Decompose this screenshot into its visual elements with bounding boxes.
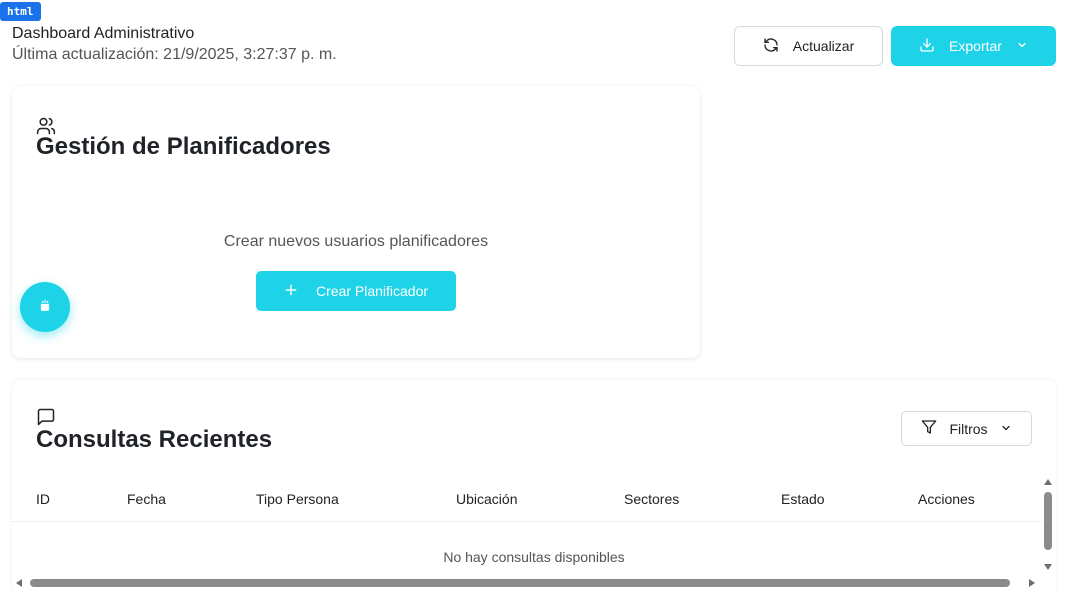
chevron-down-icon	[1000, 421, 1012, 437]
create-planner-label: Crear Planificador	[315, 283, 429, 299]
empty-state-message: No hay consultas disponibles	[443, 549, 625, 565]
scroll-right-arrow[interactable]	[1029, 579, 1035, 587]
export-label: Exportar	[949, 38, 1002, 54]
consultations-title: Consultas Recientes	[36, 426, 273, 453]
column-header-location[interactable]: Ubicación	[456, 491, 517, 507]
create-planner-button[interactable]: Crear Planificador	[256, 271, 456, 311]
export-button[interactable]: Exportar	[891, 26, 1056, 66]
planners-description: Crear nuevos usuarios planificadores	[223, 233, 489, 250]
column-header-person-type[interactable]: Tipo Persona	[256, 491, 339, 507]
page-title: Dashboard Administrativo	[12, 25, 195, 42]
filter-icon	[921, 419, 937, 438]
page: html Dashboard Administrativo Última act…	[0, 0, 1068, 591]
assistant-fab[interactable]	[20, 282, 70, 332]
filters-label: Filtros	[949, 420, 988, 437]
html-badge: html	[0, 2, 41, 21]
refresh-label: Actualizar	[792, 38, 855, 54]
horizontal-scroll-thumb[interactable]	[30, 579, 1010, 587]
column-header-date[interactable]: Fecha	[127, 491, 166, 507]
scroll-left-arrow[interactable]	[16, 579, 22, 587]
column-header-status[interactable]: Estado	[781, 491, 825, 507]
chevron-down-icon	[1016, 38, 1028, 54]
planners-card: Gestión de Planificadores Crear nuevos u…	[12, 86, 700, 358]
planners-title: Gestión de Planificadores	[36, 133, 331, 160]
column-header-actions[interactable]: Acciones	[918, 491, 975, 507]
column-header-sectors[interactable]: Sectores	[624, 491, 679, 507]
consultations-card: Consultas Recientes Filtros ID Fecha Tip…	[12, 380, 1056, 591]
download-icon	[919, 37, 935, 56]
last-update-text: Última actualización: 21/9/2025, 3:27:37…	[12, 46, 337, 63]
vertical-scrollbar[interactable]	[1041, 476, 1055, 576]
vertical-scroll-thumb[interactable]	[1044, 492, 1052, 550]
horizontal-scrollbar[interactable]	[12, 576, 1042, 590]
refresh-icon	[763, 37, 779, 56]
column-header-id[interactable]: ID	[36, 491, 50, 507]
table-header: ID Fecha Tipo Persona Ubicación Sectores…	[12, 480, 1042, 522]
plus-icon	[284, 283, 298, 300]
refresh-button[interactable]: Actualizar	[734, 26, 883, 66]
filters-button[interactable]: Filtros	[901, 411, 1032, 446]
assistant-icon	[38, 298, 52, 317]
scroll-down-arrow[interactable]	[1044, 564, 1052, 570]
scroll-up-arrow[interactable]	[1044, 479, 1052, 485]
